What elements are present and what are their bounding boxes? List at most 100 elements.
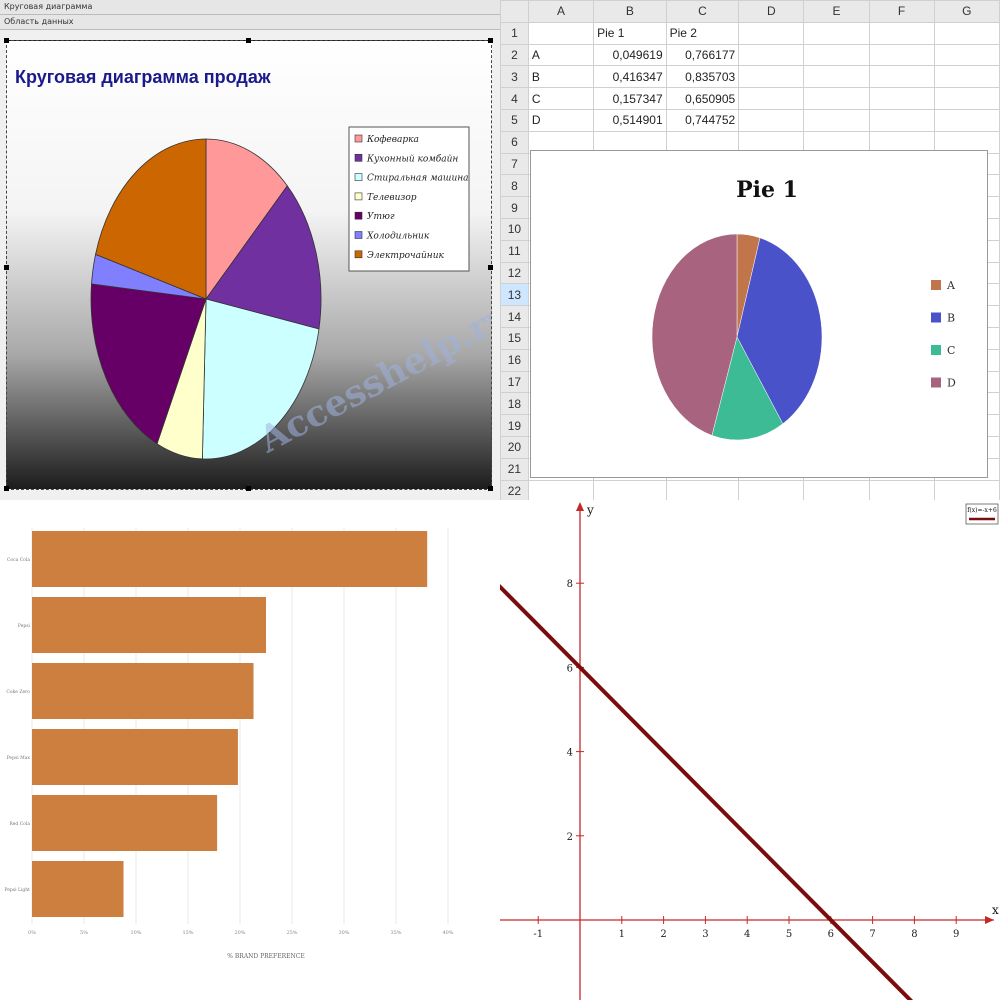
bar[interactable] <box>32 531 428 587</box>
row-header[interactable]: 20 <box>500 435 529 459</box>
column-header[interactable]: B <box>593 0 667 23</box>
row-header[interactable]: 4 <box>500 87 529 110</box>
row-header[interactable]: 16 <box>500 348 529 372</box>
sheet-cell[interactable] <box>527 479 595 500</box>
resize-handle[interactable] <box>4 265 9 270</box>
row-header[interactable]: 22 <box>500 479 529 500</box>
sheet-cell[interactable] <box>933 21 1000 45</box>
sheet-cell[interactable] <box>933 479 1000 500</box>
pie-chart-svg: Accesshelp.ruКофеваркаКухонный комбайнСт… <box>90 126 491 462</box>
row-header[interactable]: 19 <box>500 414 529 437</box>
sheet-cell[interactable] <box>868 108 935 132</box>
sheet-cell[interactable] <box>803 108 870 132</box>
bar[interactable] <box>32 663 254 719</box>
sheet-cell[interactable] <box>593 479 667 500</box>
resize-handle[interactable] <box>488 38 493 43</box>
sheet-cell[interactable]: Pie 2 <box>665 21 740 45</box>
function-plot-svg: x y -1 1 2 3 4 5 6 7 8 9 2 4 6 8 f(x)=-x+6 <box>500 502 999 1000</box>
sheet-cell[interactable]: 0,157347 <box>593 87 667 110</box>
sheet-cell[interactable] <box>665 479 740 500</box>
sheet-cell[interactable]: 0,514901 <box>593 108 667 132</box>
sheet-cell[interactable]: 0,835703 <box>665 65 740 89</box>
row-header[interactable]: 10 <box>500 217 529 241</box>
pie-chart-area[interactable]: Круговая диаграмма продаж Accesshelp.ru К… <box>6 40 492 490</box>
row-header[interactable]: 2 <box>500 43 529 67</box>
resize-handle[interactable] <box>488 486 493 491</box>
y-tick-label: 2 <box>567 832 573 843</box>
sheet-cell[interactable] <box>527 21 595 45</box>
y-tick-label: 4 <box>567 748 573 759</box>
sheet-cell[interactable] <box>868 43 935 67</box>
sheet-row: 4 C 0,157347 0,650905 <box>500 87 1000 110</box>
sheet-cell[interactable]: 0,416347 <box>593 65 667 89</box>
bar[interactable] <box>32 795 218 851</box>
row-header[interactable]: 9 <box>500 196 529 219</box>
row-header[interactable]: 5 <box>500 108 529 132</box>
row-header[interactable]: 3 <box>500 65 529 89</box>
sheet-cell[interactable]: C <box>527 87 595 110</box>
sheet-cell[interactable] <box>868 21 935 45</box>
bar[interactable] <box>32 597 266 653</box>
column-header[interactable]: E <box>803 0 870 23</box>
sheet-cell[interactable]: 0,766177 <box>665 43 740 67</box>
resize-handle[interactable] <box>4 486 9 491</box>
sheet-cell[interactable] <box>933 65 1000 89</box>
sheet-cell[interactable] <box>868 65 935 89</box>
sheet-cell[interactable] <box>803 65 870 89</box>
sheet-cell[interactable] <box>738 479 805 500</box>
bar[interactable] <box>32 729 238 785</box>
sheet-cell[interactable]: Pie 1 <box>593 21 667 45</box>
row-header[interactable]: 13 <box>500 283 529 307</box>
column-header[interactable]: F <box>868 0 935 23</box>
sheet-cell[interactable]: A <box>527 43 595 67</box>
row-header[interactable]: 11 <box>500 239 529 263</box>
bar[interactable] <box>32 861 124 917</box>
row-header[interactable]: 7 <box>500 152 529 176</box>
legend-swatch <box>931 345 941 355</box>
legend-swatch <box>354 231 363 239</box>
sheet-cell[interactable] <box>933 87 1000 110</box>
legend-label: C <box>947 344 955 357</box>
resize-handle[interactable] <box>246 38 251 43</box>
column-header[interactable]: D <box>738 0 805 23</box>
sheet-cell[interactable] <box>738 87 805 110</box>
column-header[interactable]: A <box>527 0 595 23</box>
report-header-bar[interactable]: Круговая диаграмма <box>0 0 500 15</box>
sheet-cell[interactable] <box>868 87 935 110</box>
sheet-cell[interactable]: 0,049619 <box>593 43 667 67</box>
resize-handle[interactable] <box>488 265 493 270</box>
sheet-cell[interactable]: 0,744752 <box>665 108 740 132</box>
row-header[interactable]: 18 <box>500 392 529 416</box>
brand-bar-chart-panel: 0% 5% 10% 15% 20% 25% 30% 35% 40% Coca Cola Pepsi C… <box>0 500 500 1000</box>
embedded-pie-chart[interactable]: Pie 1 A B C D <box>530 150 988 478</box>
resize-handle[interactable] <box>246 486 251 491</box>
x-tick-label: 20% <box>234 930 245 936</box>
column-header[interactable]: C <box>665 0 740 23</box>
sheet-cell[interactable] <box>868 479 935 500</box>
sheet-cell[interactable] <box>738 21 805 45</box>
sheet-cell[interactable] <box>738 108 805 132</box>
sheet-cell[interactable]: 0,650905 <box>665 87 740 110</box>
row-header[interactable]: 8 <box>500 174 529 198</box>
row-header[interactable]: 14 <box>500 305 529 328</box>
sheet-cell[interactable] <box>803 43 870 67</box>
sheet-cell[interactable] <box>803 479 870 500</box>
detail-section-bar[interactable]: Область данных <box>0 15 500 30</box>
row-header[interactable]: 1 <box>500 21 529 45</box>
row-header[interactable]: 15 <box>500 326 529 350</box>
column-header[interactable]: G <box>933 0 1000 23</box>
row-header[interactable]: 21 <box>500 457 529 481</box>
sheet-cell[interactable] <box>738 43 805 67</box>
corner-cell[interactable] <box>500 0 529 23</box>
row-header[interactable]: 12 <box>500 261 529 285</box>
sheet-cell[interactable] <box>933 43 1000 67</box>
sheet-cell[interactable]: B <box>527 65 595 89</box>
row-header[interactable]: 6 <box>500 130 529 154</box>
sheet-cell[interactable] <box>803 21 870 45</box>
sheet-cell[interactable] <box>933 108 1000 132</box>
sheet-cell[interactable] <box>803 87 870 110</box>
sheet-cell[interactable] <box>738 65 805 89</box>
row-header[interactable]: 17 <box>500 370 529 394</box>
sheet-cell[interactable]: D <box>527 108 595 132</box>
resize-handle[interactable] <box>4 38 9 43</box>
